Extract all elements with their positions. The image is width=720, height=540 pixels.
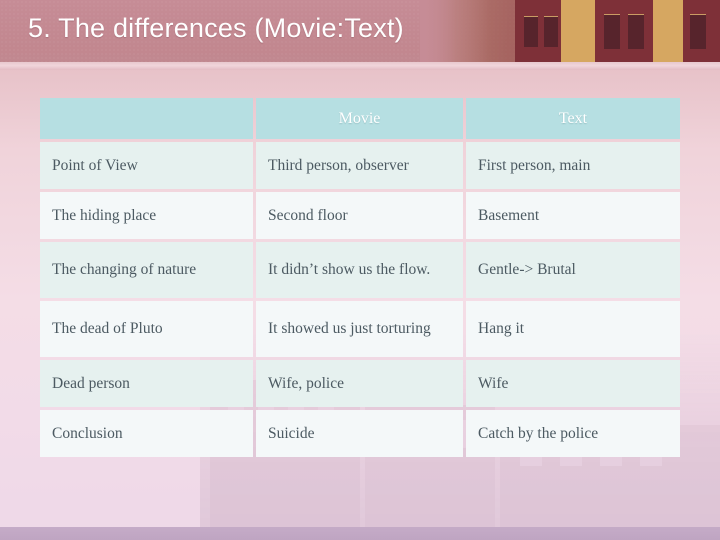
cell-aspect: Conclusion — [40, 410, 253, 457]
cell-movie: Wife, police — [256, 360, 463, 407]
cell-text: Wife — [466, 360, 680, 407]
cell-text: Gentle-> Brutal — [466, 242, 680, 298]
header-photo-window — [628, 14, 644, 49]
cell-aspect: Dead person — [40, 360, 253, 407]
header-photo-fade — [420, 0, 490, 62]
table-row: The changing of nature It didn’t show us… — [40, 242, 680, 298]
cell-aspect: The hiding place — [40, 192, 253, 239]
header-divider — [0, 62, 720, 70]
cell-text: Hang it — [466, 301, 680, 357]
cell-movie: Third person, observer — [256, 142, 463, 189]
header-photo-window — [524, 16, 538, 47]
table-row: Dead person Wife, police Wife — [40, 360, 680, 407]
header-photo-window — [604, 14, 620, 49]
table-body: Point of View Third person, observer Fir… — [40, 142, 680, 457]
cell-aspect: The changing of nature — [40, 242, 253, 298]
comparison-table: Movie Text Point of View Third person, o… — [37, 95, 683, 460]
table-row: The hiding place Second floor Basement — [40, 192, 680, 239]
table-header-cell-aspect — [40, 98, 253, 139]
header-photo-stone-column — [653, 0, 683, 62]
cell-text: Basement — [466, 192, 680, 239]
cell-movie: It showed us just torturing — [256, 301, 463, 357]
cell-text: Catch by the police — [466, 410, 680, 457]
cell-movie: Second floor — [256, 192, 463, 239]
table-header-row: Movie Text — [40, 98, 680, 139]
table-header: Movie Text — [40, 98, 680, 139]
slide-footer-strip — [0, 527, 720, 540]
header-building-photo — [420, 0, 720, 62]
header-photo-stone-column — [561, 0, 595, 62]
cell-aspect: The dead of Pluto — [40, 301, 253, 357]
cell-movie: It didn’t show us the flow. — [256, 242, 463, 298]
cell-aspect: Point of View — [40, 142, 253, 189]
table-header-cell-text: Text — [466, 98, 680, 139]
comparison-table-container: Movie Text Point of View Third person, o… — [37, 95, 683, 460]
table-header-cell-movie: Movie — [256, 98, 463, 139]
table-row: The dead of Pluto It showed us just tort… — [40, 301, 680, 357]
header-photo-window — [544, 16, 558, 47]
header-photo-window — [690, 14, 706, 49]
table-row: Conclusion Suicide Catch by the police — [40, 410, 680, 457]
cell-movie: Suicide — [256, 410, 463, 457]
page-title: 5. The differences (Movie:Text) — [28, 13, 404, 43]
slide-canvas: 5. The differences (Movie:Text) Movie Te… — [0, 0, 720, 540]
table-row: Point of View Third person, observer Fir… — [40, 142, 680, 189]
cell-text: First person, main — [466, 142, 680, 189]
